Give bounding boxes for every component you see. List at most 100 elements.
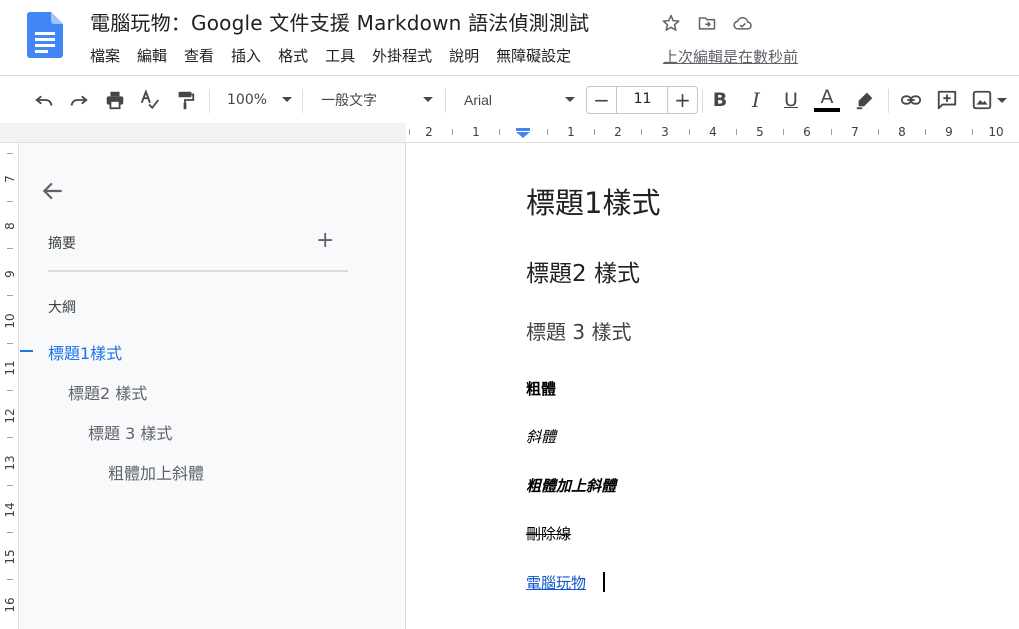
outline-item-heading2[interactable]: 標題2 樣式 [68,380,147,404]
font-family-value: Arial [464,92,493,108]
star-icon[interactable] [660,12,681,33]
add-summary-button[interactable]: + [316,228,334,253]
arrow-back-icon [42,182,62,200]
menu-bar: 檔案 編輯 查看 插入 格式 工具 外掛程式 說明 無障礙設定 [90,45,588,66]
document-title[interactable]: 電腦玩物：Google 文件支援 Markdown 語法偵測測試 [90,7,589,36]
toolbar-divider [302,89,303,113]
paint-format-icon[interactable] [172,87,198,113]
menu-view[interactable]: 查看 [184,45,214,66]
outline-item-heading3[interactable]: 標題 3 樣式 [88,420,172,444]
heading-1[interactable]: 標題1樣式 [526,180,660,222]
ruler-label: 7 [851,125,859,139]
font-size-input[interactable]: 11 [618,91,667,107]
text-color-swatch [814,108,840,112]
link-icon[interactable] [898,87,924,113]
ruler-tick [7,579,13,580]
ruler-tick [409,129,410,135]
hyperlink[interactable]: 電腦玩物 [526,572,586,593]
text-color-button[interactable]: A [813,87,841,113]
font-family-select[interactable]: Arial [458,87,575,113]
ruler-tick [452,129,453,135]
image-icon [972,90,992,110]
menu-insert[interactable]: 插入 [231,45,261,66]
menu-edit[interactable]: 編輯 [137,45,167,66]
chevron-down-icon [282,97,292,102]
zoom-select[interactable]: 100% [222,87,292,113]
italic-button[interactable]: I [743,87,769,113]
paragraph-style-select[interactable]: 一般文字 [316,87,433,113]
docs-logo-icon[interactable] [27,12,63,58]
toolbar-divider [702,89,703,113]
ruler-label: 9 [945,125,953,139]
document-page[interactable] [405,143,1019,629]
underline-button[interactable]: U [778,87,804,113]
outline-item-bold-italic[interactable]: 粗體加上斜體 [108,460,204,484]
menu-tools[interactable]: 工具 [325,45,355,66]
text-cursor [603,572,605,592]
ruler-tick [594,129,595,135]
ruler-tick [831,129,832,135]
ruler-label: 1 [472,125,480,139]
indent-marker-icon[interactable] [514,128,532,138]
ruler-label: 16 [3,597,17,613]
ruler-label: 10 [3,313,17,329]
ruler-tick [547,129,548,135]
ruler-tick [689,129,690,135]
chevron-down-icon [565,97,575,102]
increase-font-size-button[interactable]: + [667,87,697,113]
cloud-saved-icon[interactable] [732,12,753,33]
ruler-label: 8 [3,222,17,230]
ruler-tick [878,129,879,135]
print-icon[interactable] [102,87,128,113]
highlight-icon[interactable] [852,87,878,113]
summary-label: 摘要 [48,236,76,252]
outline-label: 大綱 [48,300,76,316]
ruler-tick [499,129,500,135]
horizontal-ruler[interactable]: 2 1 1 2 3 4 5 6 7 8 9 10 [0,123,1019,143]
ruler-tick [7,437,13,438]
heading-3[interactable]: 標題 3 樣式 [526,316,631,345]
ruler-label: 12 [3,408,17,424]
ruler-label: 5 [756,125,764,139]
toolbar-divider [209,89,210,113]
bold-italic-paragraph[interactable]: 粗體加上斜體 [526,475,616,496]
ruler-tick [7,390,13,391]
add-comment-icon[interactable] [934,87,960,113]
toolbar: 100% 一般文字 Arial − 11 + B I U A [0,77,1019,123]
insert-image-button[interactable] [968,87,1010,113]
ruler-tick [7,532,13,533]
close-outline-button[interactable] [40,178,66,204]
italic-paragraph[interactable]: 斜體 [526,426,556,447]
heading-2[interactable]: 標題2 樣式 [526,254,640,288]
toolbar-divider [888,89,889,113]
ruler-label: 9 [3,270,17,278]
ruler-label: 10 [988,125,1004,139]
font-size-control: − 11 + [586,86,698,114]
undo-icon[interactable] [31,87,57,113]
ruler-label: 3 [661,125,669,139]
decrease-font-size-button[interactable]: − [587,87,617,113]
menu-addons[interactable]: 外掛程式 [372,45,432,66]
menu-help[interactable]: 說明 [449,45,479,66]
last-edit-link[interactable]: 上次編輯是在數秒前 [663,46,798,67]
bold-button[interactable]: B [707,87,733,113]
ruler-tick [7,485,13,486]
menu-format[interactable]: 格式 [278,45,308,66]
chevron-down-icon [423,97,433,102]
ruler-label: 2 [614,125,622,139]
ruler-tick [783,129,784,135]
vertical-ruler[interactable]: 7 8 9 10 11 12 13 14 15 16 [0,143,19,629]
menu-accessibility[interactable]: 無障礙設定 [496,45,571,66]
ruler-label: 8 [898,125,906,139]
strikethrough-paragraph[interactable]: 刪除線 [526,523,571,544]
spellcheck-icon[interactable] [137,87,163,113]
redo-icon[interactable] [66,87,92,113]
ruler-label: 11 [3,360,17,376]
move-to-folder-icon[interactable] [696,12,717,33]
app-header: 電腦玩物：Google 文件支援 Markdown 語法偵測測試 檔案 編輯 查… [0,0,1019,76]
ruler-label: 4 [709,125,717,139]
outline-item-heading1[interactable]: 標題1樣式 [48,340,122,364]
menu-file[interactable]: 檔案 [90,45,120,66]
bold-paragraph[interactable]: 粗體 [526,378,556,399]
ruler-label: 2 [425,125,433,139]
